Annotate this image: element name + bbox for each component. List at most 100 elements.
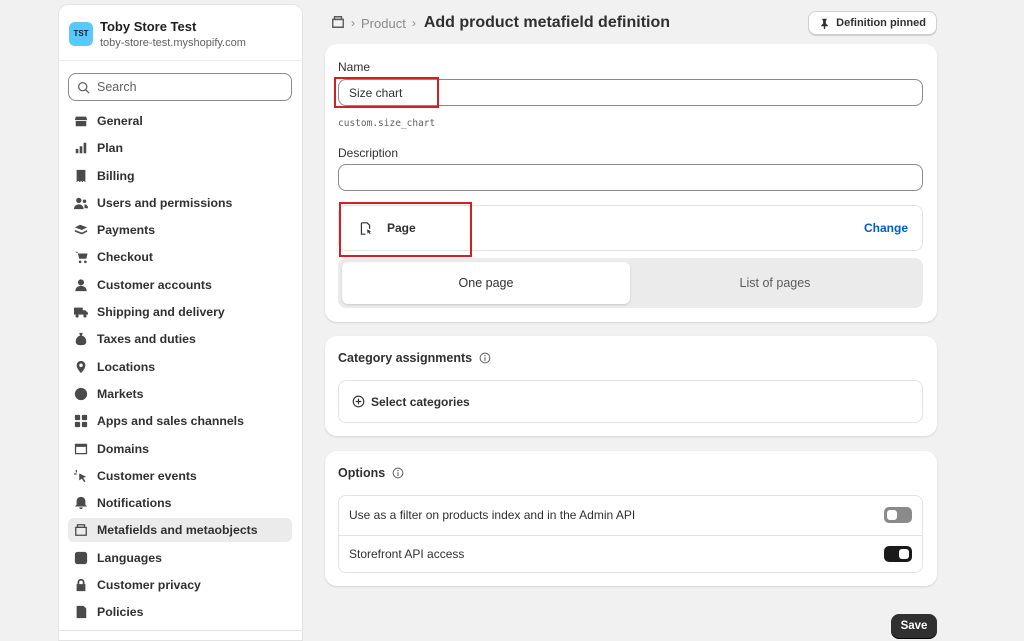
sidebar-item-label: Shipping and delivery — [97, 305, 225, 320]
sidebar-item-apps[interactable]: Apps and sales channels — [68, 409, 292, 433]
list-of-pages-option[interactable]: List of pages — [631, 262, 919, 304]
apps-icon — [73, 413, 89, 429]
sidebar-item-label: Policies — [97, 605, 144, 620]
store-header[interactable]: TST Toby Store Test toby-store-test.mysh… — [59, 5, 302, 61]
highlight-box-type — [339, 202, 472, 257]
sidebar-item-markets[interactable]: Markets — [68, 382, 292, 406]
search-placeholder: Search — [97, 80, 137, 94]
chevron-right-icon: › — [351, 16, 355, 30]
sidebar-item-label: Plan — [97, 141, 123, 156]
category-card: Category assignments Select categories — [325, 336, 937, 436]
sidebar-footer-divider — [59, 630, 302, 640]
options-card: Options Use as a filter on products inde… — [325, 451, 937, 586]
sidebar-item-domains[interactable]: Domains — [68, 437, 292, 461]
store-icon — [73, 113, 89, 129]
chevron-right-icon: › — [411, 16, 416, 30]
category-title-text: Category assignments — [338, 351, 473, 365]
pin-icon — [821, 18, 829, 29]
select-categories-label: Select categories — [371, 394, 470, 409]
plan-icon — [73, 140, 89, 156]
sidebar-item-users[interactable]: Users and permissions — [68, 191, 292, 215]
definition-pinned-button[interactable]: Definition pinned — [808, 11, 937, 35]
options-list: Use as a filter on products index and in… — [338, 495, 923, 573]
sidebar-item-locations[interactable]: Locations — [68, 355, 292, 379]
sidebar-item-payments[interactable]: Payments — [68, 218, 292, 242]
search-input[interactable]: Search — [68, 73, 292, 101]
category-title: Category assignments — [338, 351, 491, 365]
sidebar-item-label: Customer privacy — [97, 578, 201, 593]
sidebar-item-checkout[interactable]: Checkout — [68, 245, 292, 269]
metafields-icon[interactable] — [331, 15, 345, 32]
page-count-segmented-control: One page List of pages — [338, 258, 923, 308]
truck-icon — [73, 304, 89, 320]
sidebar-item-label: Customer accounts — [97, 277, 212, 292]
sidebar-item-customer-accounts[interactable]: Customer accounts — [68, 273, 292, 297]
billing-icon — [73, 168, 89, 184]
storefront-toggle[interactable] — [884, 546, 912, 563]
sidebar-item-metafields[interactable]: Metafields and metaobjects — [68, 518, 292, 543]
select-categories-button[interactable]: Select categories — [338, 380, 923, 423]
name-label: Name — [338, 60, 371, 74]
sidebar-item-label: Languages — [97, 550, 162, 565]
description-input[interactable] — [338, 164, 923, 191]
info-icon[interactable] — [392, 467, 404, 479]
plus-circle-icon — [352, 395, 365, 408]
sidebar-item-notifications[interactable]: Notifications — [68, 491, 292, 515]
save-button[interactable]: Save — [891, 614, 937, 638]
definition-pinned-label: Definition pinned — [836, 17, 926, 29]
sidebar-item-taxes[interactable]: Taxes and duties — [68, 327, 292, 351]
options-title: Options — [338, 466, 404, 480]
toggle-knob — [887, 510, 897, 521]
sidebar-item-general[interactable]: General — [68, 109, 292, 133]
filter-toggle[interactable] — [884, 507, 912, 524]
person-icon — [73, 277, 89, 293]
sidebar-item-policies[interactable]: Policies — [68, 600, 292, 624]
sidebar-item-label: Checkout — [97, 250, 154, 265]
policy-icon — [73, 604, 89, 620]
one-page-option[interactable]: One page — [342, 262, 630, 304]
sidebar-item-plan[interactable]: Plan — [68, 136, 292, 160]
store-url: toby-store-test.myshopify.com — [100, 36, 246, 49]
sidebar-item-label: Apps and sales channels — [97, 414, 244, 429]
settings-nav: General Plan Billing Users and permissio… — [59, 109, 302, 624]
highlight-box-name — [334, 77, 439, 108]
sidebar-item-label: Users and permissions — [97, 195, 233, 210]
namespace-key: custom.size_chart — [338, 118, 436, 129]
storefront-option-label: Storefront API access — [349, 547, 465, 562]
sidebar-item-languages[interactable]: Languages — [68, 546, 292, 570]
storefront-option-row: Storefront API access — [339, 534, 922, 574]
sidebar-item-label: Payments — [97, 223, 156, 238]
sidebar-item-label: General — [97, 114, 143, 128]
change-type-link[interactable]: Change — [864, 221, 908, 235]
sidebar-item-label: Notifications — [97, 496, 172, 511]
sidebar-item-label: Customer events — [97, 468, 197, 483]
store-avatar: TST — [69, 21, 93, 46]
store-name: Toby Store Test — [100, 18, 197, 34]
sidebar-item-customer-events[interactable]: Customer events — [68, 464, 292, 488]
store-info: Toby Store Test toby-store-test.myshopif… — [100, 19, 246, 49]
page-title: Add product metafield definition — [423, 14, 671, 31]
sidebar-item-label: Domains — [97, 441, 149, 456]
globe-icon — [73, 386, 89, 402]
language-icon — [73, 550, 89, 566]
sidebar-item-shipping[interactable]: Shipping and delivery — [68, 300, 292, 324]
info-icon[interactable] — [479, 352, 491, 364]
cart-icon — [73, 249, 89, 265]
metafields-icon — [73, 522, 89, 538]
sidebar-item-billing[interactable]: Billing — [68, 164, 292, 188]
money-bag-icon — [73, 331, 89, 347]
filter-option-label: Use as a filter on products index and in… — [349, 508, 636, 523]
page-header: › Product › Add product metafield defini… — [331, 10, 937, 36]
cursor-click-icon — [73, 468, 89, 484]
filter-option-row: Use as a filter on products index and in… — [339, 496, 922, 535]
options-title-text: Options — [338, 466, 386, 480]
breadcrumb-product[interactable]: Product — [361, 16, 406, 31]
sidebar-item-label: Taxes and duties — [97, 332, 196, 347]
sidebar-item-customer-privacy[interactable]: Customer privacy — [68, 573, 292, 597]
toggle-knob — [899, 549, 909, 560]
payments-icon — [73, 222, 89, 238]
lock-icon — [73, 577, 89, 593]
settings-sidebar: TST Toby Store Test toby-store-test.mysh… — [58, 4, 303, 641]
users-icon — [73, 195, 89, 211]
sidebar-item-label: Billing — [97, 168, 135, 183]
